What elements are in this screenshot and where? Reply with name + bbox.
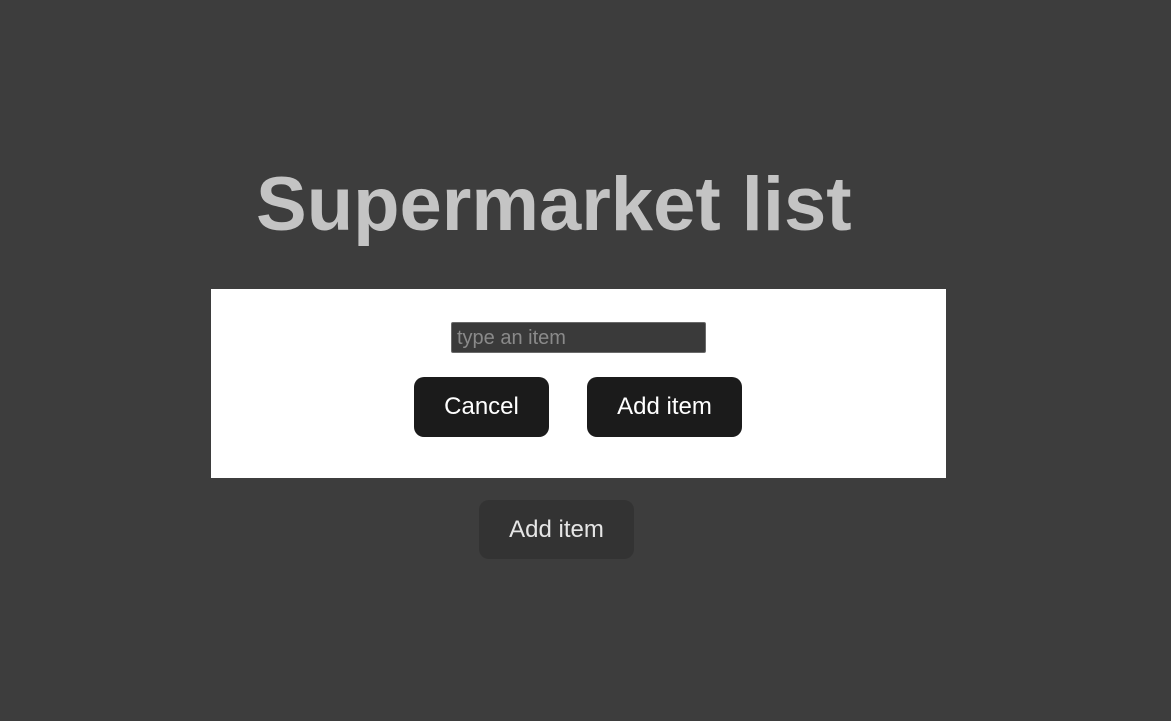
confirm-add-item-button[interactable]: Add item — [587, 377, 742, 437]
cancel-button[interactable]: Cancel — [414, 377, 549, 437]
page-title: Supermarket list — [256, 162, 852, 247]
item-input[interactable] — [451, 322, 706, 353]
add-item-button[interactable]: Add item — [479, 500, 634, 559]
add-item-modal: Cancel Add item — [211, 289, 946, 478]
